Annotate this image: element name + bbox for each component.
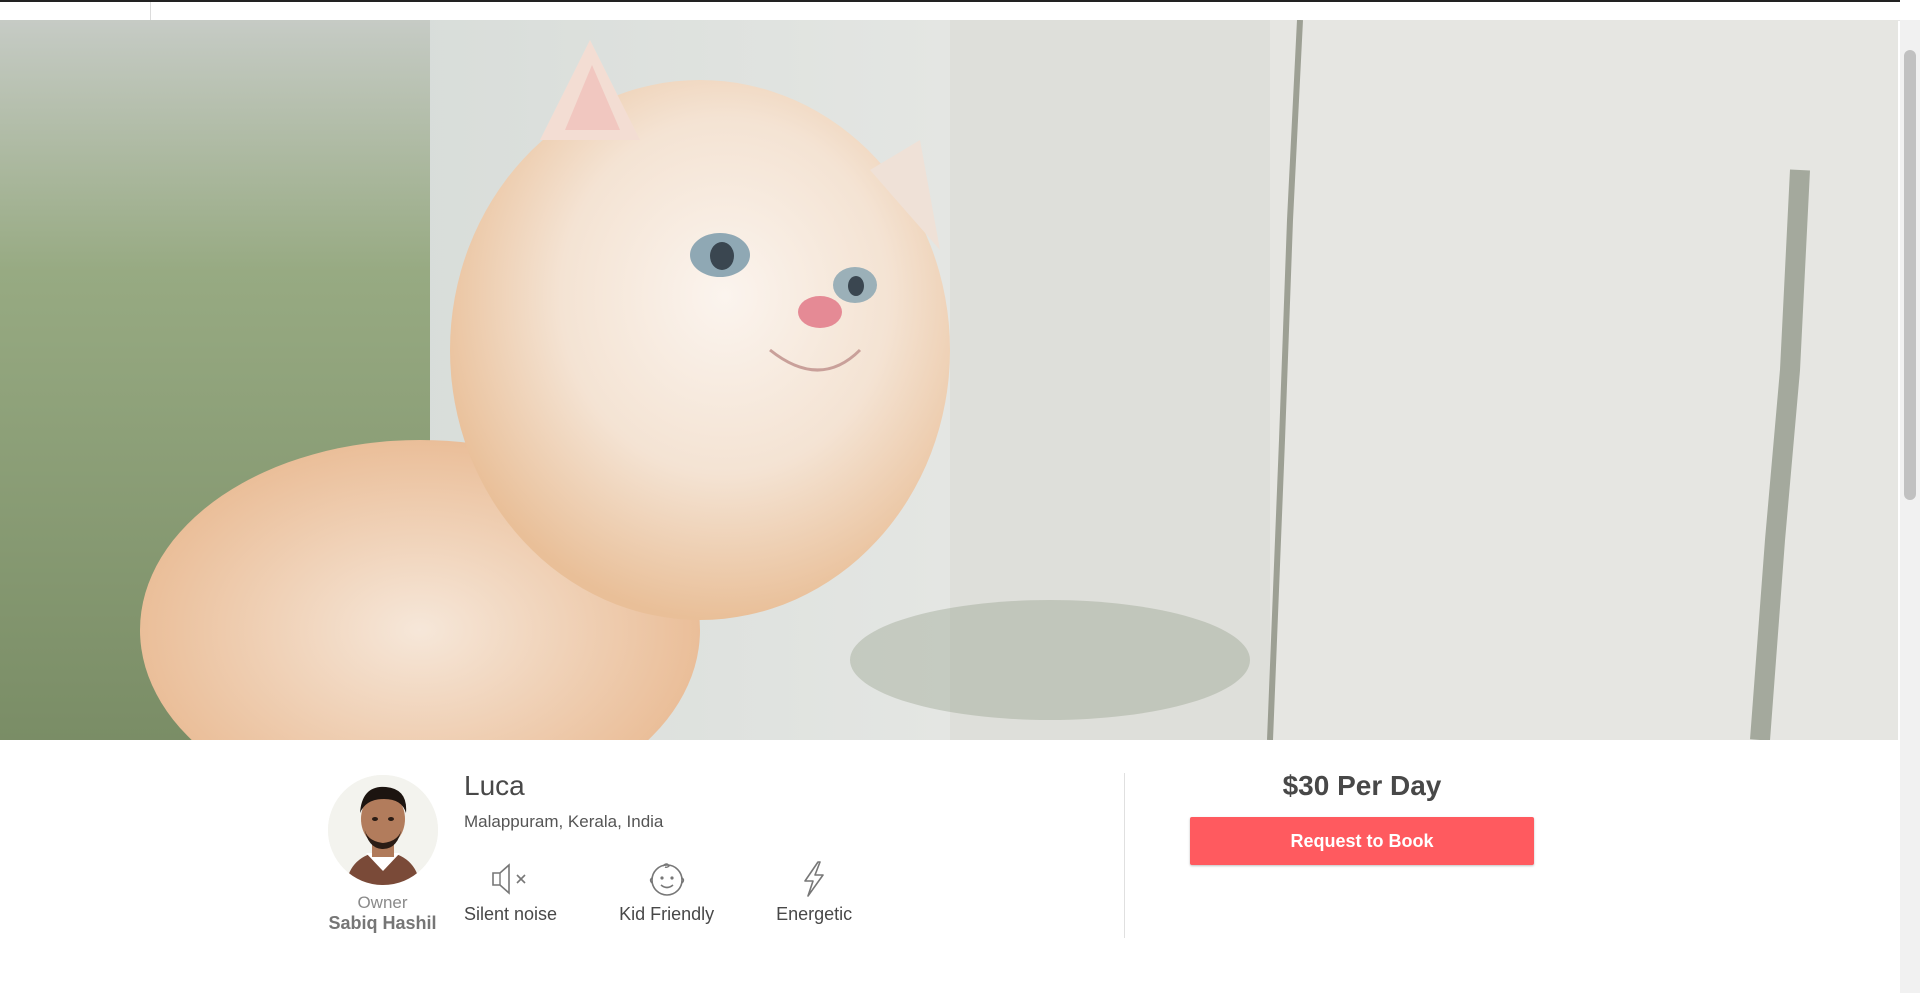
- hero-photo-cat: [0, 20, 1898, 740]
- cat-photo: [0, 20, 1898, 740]
- pet-traits: Silent noise Kid Friendly Energetic: [464, 860, 914, 925]
- baby-face-icon: [649, 863, 684, 896]
- owner-label: Owner: [357, 893, 408, 912]
- owner-portrait-icon: [327, 775, 438, 885]
- request-to-book-button[interactable]: Request to Book: [1190, 817, 1534, 865]
- trait-silent-noise: Silent noise: [464, 860, 557, 925]
- trait-label: Energetic: [776, 904, 853, 924]
- trait-kid-friendly: Kid Friendly: [619, 860, 714, 925]
- owner-name[interactable]: Sabiq Hashil: [325, 913, 440, 934]
- listing-details: Owner Sabiq Hashil Luca Malappuram, Kera…: [0, 740, 1898, 993]
- top-nav-bar: [0, 0, 1900, 21]
- scrollbar-thumb[interactable]: [1904, 50, 1916, 500]
- trait-energetic: Energetic: [776, 860, 852, 925]
- page-scrollbar[interactable]: [1900, 20, 1920, 993]
- lightning-bolt-icon: [804, 861, 824, 897]
- pet-name: Luca: [464, 770, 525, 801]
- owner-card[interactable]: Owner Sabiq Hashil: [325, 775, 440, 934]
- pet-location: Malappuram, Kerala, India: [464, 812, 664, 831]
- trait-label: Kid Friendly: [619, 904, 715, 924]
- speaker-muted-icon: [491, 863, 526, 895]
- section-divider: [1124, 773, 1125, 938]
- nav-divider: [150, 2, 151, 20]
- trait-label: Silent noise: [464, 904, 558, 924]
- avatar[interactable]: [327, 775, 438, 885]
- price-per-day: $30 Per Day: [1282, 770, 1442, 801]
